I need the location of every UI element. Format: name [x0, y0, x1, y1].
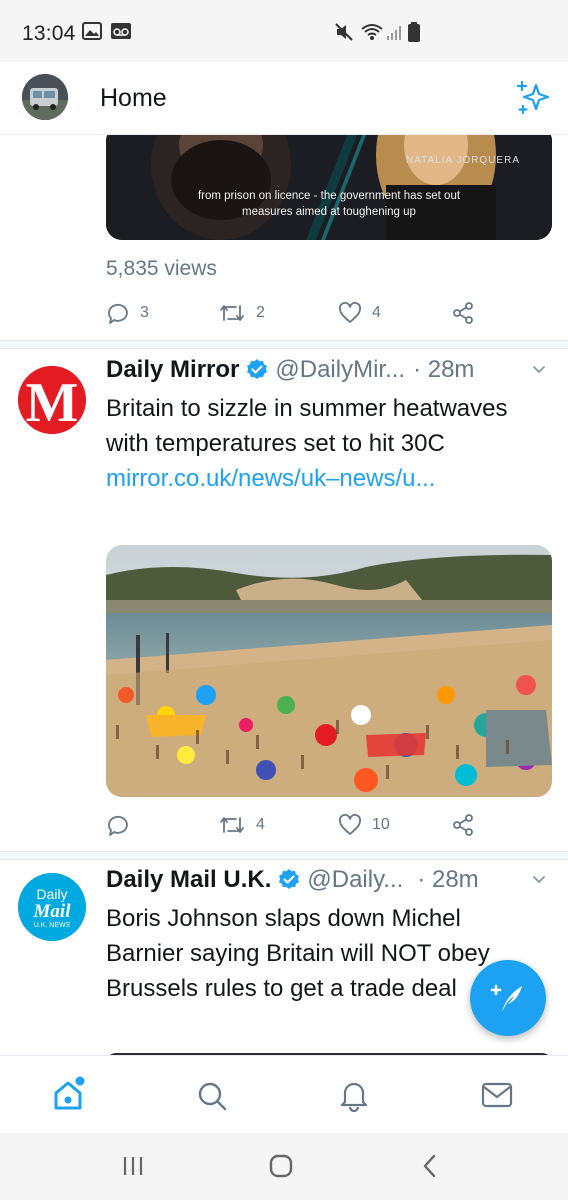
- like-button[interactable]: 4: [338, 298, 381, 328]
- mail-logo-line: Daily: [36, 886, 67, 902]
- reply-icon: [108, 303, 128, 324]
- messages-icon[interactable]: [481, 1082, 513, 1108]
- tweet-avatar[interactable]: M: [18, 366, 86, 434]
- reply-icon: [108, 815, 128, 836]
- share-button[interactable]: [451, 298, 485, 328]
- reply-button[interactable]: 3: [106, 298, 149, 328]
- tweet-divider: [0, 851, 568, 860]
- tweet-author-name[interactable]: Daily Mirror: [106, 356, 239, 384]
- reply-button[interactable]: [106, 810, 140, 840]
- tweet-avatar[interactable]: Daily Mail U.K. NEWS: [18, 873, 86, 941]
- view-count: 5,835 views: [106, 257, 217, 280]
- search-icon[interactable]: [196, 1080, 228, 1112]
- sparkle-icon[interactable]: [514, 79, 552, 117]
- like-count: 10: [372, 816, 390, 833]
- tweet-handle: @DailyMir...: [275, 356, 406, 383]
- tweet-image[interactable]: [106, 545, 552, 797]
- tweet-header: Daily Mail U.K. @Daily... · 28m: [106, 864, 556, 896]
- compose-icon: [490, 984, 522, 1012]
- mirror-logo-letter: M: [26, 372, 79, 434]
- home-icon[interactable]: [52, 1076, 86, 1112]
- recents-icon[interactable]: [121, 1155, 145, 1177]
- mute-icon: [335, 23, 353, 41]
- retweet-icon: [220, 305, 244, 321]
- mail-logo-line: Mail: [33, 901, 72, 922]
- retweet-count: 2: [256, 304, 265, 321]
- signal-icon: [387, 26, 401, 40]
- heart-icon: [339, 814, 361, 835]
- heart-icon: [339, 302, 361, 323]
- like-count: 4: [372, 304, 381, 321]
- tweet-header: Daily Mirror @DailyMir... · 28m: [106, 354, 556, 386]
- tweet-author-name[interactable]: Daily Mail U.K.: [106, 866, 271, 894]
- video-thumbnail[interactable]: NATALIA JORQUERA from prison on licence …: [106, 135, 552, 240]
- retweet-count: 4: [256, 816, 265, 833]
- system-navigation-bar: [0, 1133, 568, 1200]
- voicemail-notification-icon: [111, 23, 131, 39]
- tweet-time: · 28m: [417, 866, 479, 893]
- retweet-button[interactable]: 4: [218, 810, 265, 840]
- tweet-text: Britain to sizzle in summer heatwaves wi…: [106, 391, 546, 496]
- tweet-divider: [0, 340, 568, 349]
- video-caption-line: from prison on licence - the government …: [197, 190, 461, 202]
- share-icon: [453, 814, 473, 836]
- video-caption-line: measures aimed at toughening up: [242, 206, 416, 218]
- verified-badge-icon: [247, 359, 268, 379]
- gallery-notification-icon: [82, 22, 102, 40]
- bottom-navigation: [0, 1055, 568, 1133]
- page-title: Home: [100, 84, 167, 112]
- chevron-down-icon[interactable]: [530, 870, 548, 888]
- share-icon: [453, 302, 473, 324]
- home-button-icon[interactable]: [268, 1153, 294, 1179]
- mail-logo-line: U.K. NEWS: [34, 922, 71, 929]
- timeline-feed[interactable]: NATALIA JORQUERA from prison on licence …: [0, 135, 568, 1055]
- retweet-icon: [220, 817, 244, 833]
- verified-badge-icon: [279, 869, 300, 889]
- status-bar: 13:04: [0, 0, 568, 62]
- retweet-button[interactable]: 2: [218, 298, 265, 328]
- share-button[interactable]: [451, 810, 485, 840]
- tweet-handle: @Daily...: [307, 866, 404, 893]
- reply-count: 3: [140, 304, 149, 321]
- back-icon[interactable]: [420, 1153, 440, 1179]
- like-button[interactable]: 10: [338, 810, 390, 840]
- app-header: Home: [0, 62, 568, 135]
- tweet-body: Britain to sizzle in summer heatwaves wi…: [106, 395, 508, 457]
- compose-tweet-button[interactable]: [470, 960, 546, 1036]
- battery-icon: [408, 22, 420, 42]
- wifi-icon: [361, 24, 383, 40]
- tweet-actions: 4 10: [106, 810, 476, 840]
- video-lower-third: NATALIA JORQUERA: [406, 155, 520, 166]
- tweet-actions: 3 2 4: [106, 298, 476, 328]
- status-time: 13:04: [22, 22, 76, 45]
- video-caption: from prison on licence - the government …: [106, 188, 552, 220]
- tweet-link[interactable]: mirror.co.uk/news/uk–news/u...: [106, 465, 435, 492]
- chevron-down-icon[interactable]: [530, 360, 548, 378]
- notifications-icon[interactable]: [338, 1078, 370, 1112]
- profile-avatar[interactable]: [22, 74, 68, 120]
- tweet-time: · 28m: [413, 356, 475, 383]
